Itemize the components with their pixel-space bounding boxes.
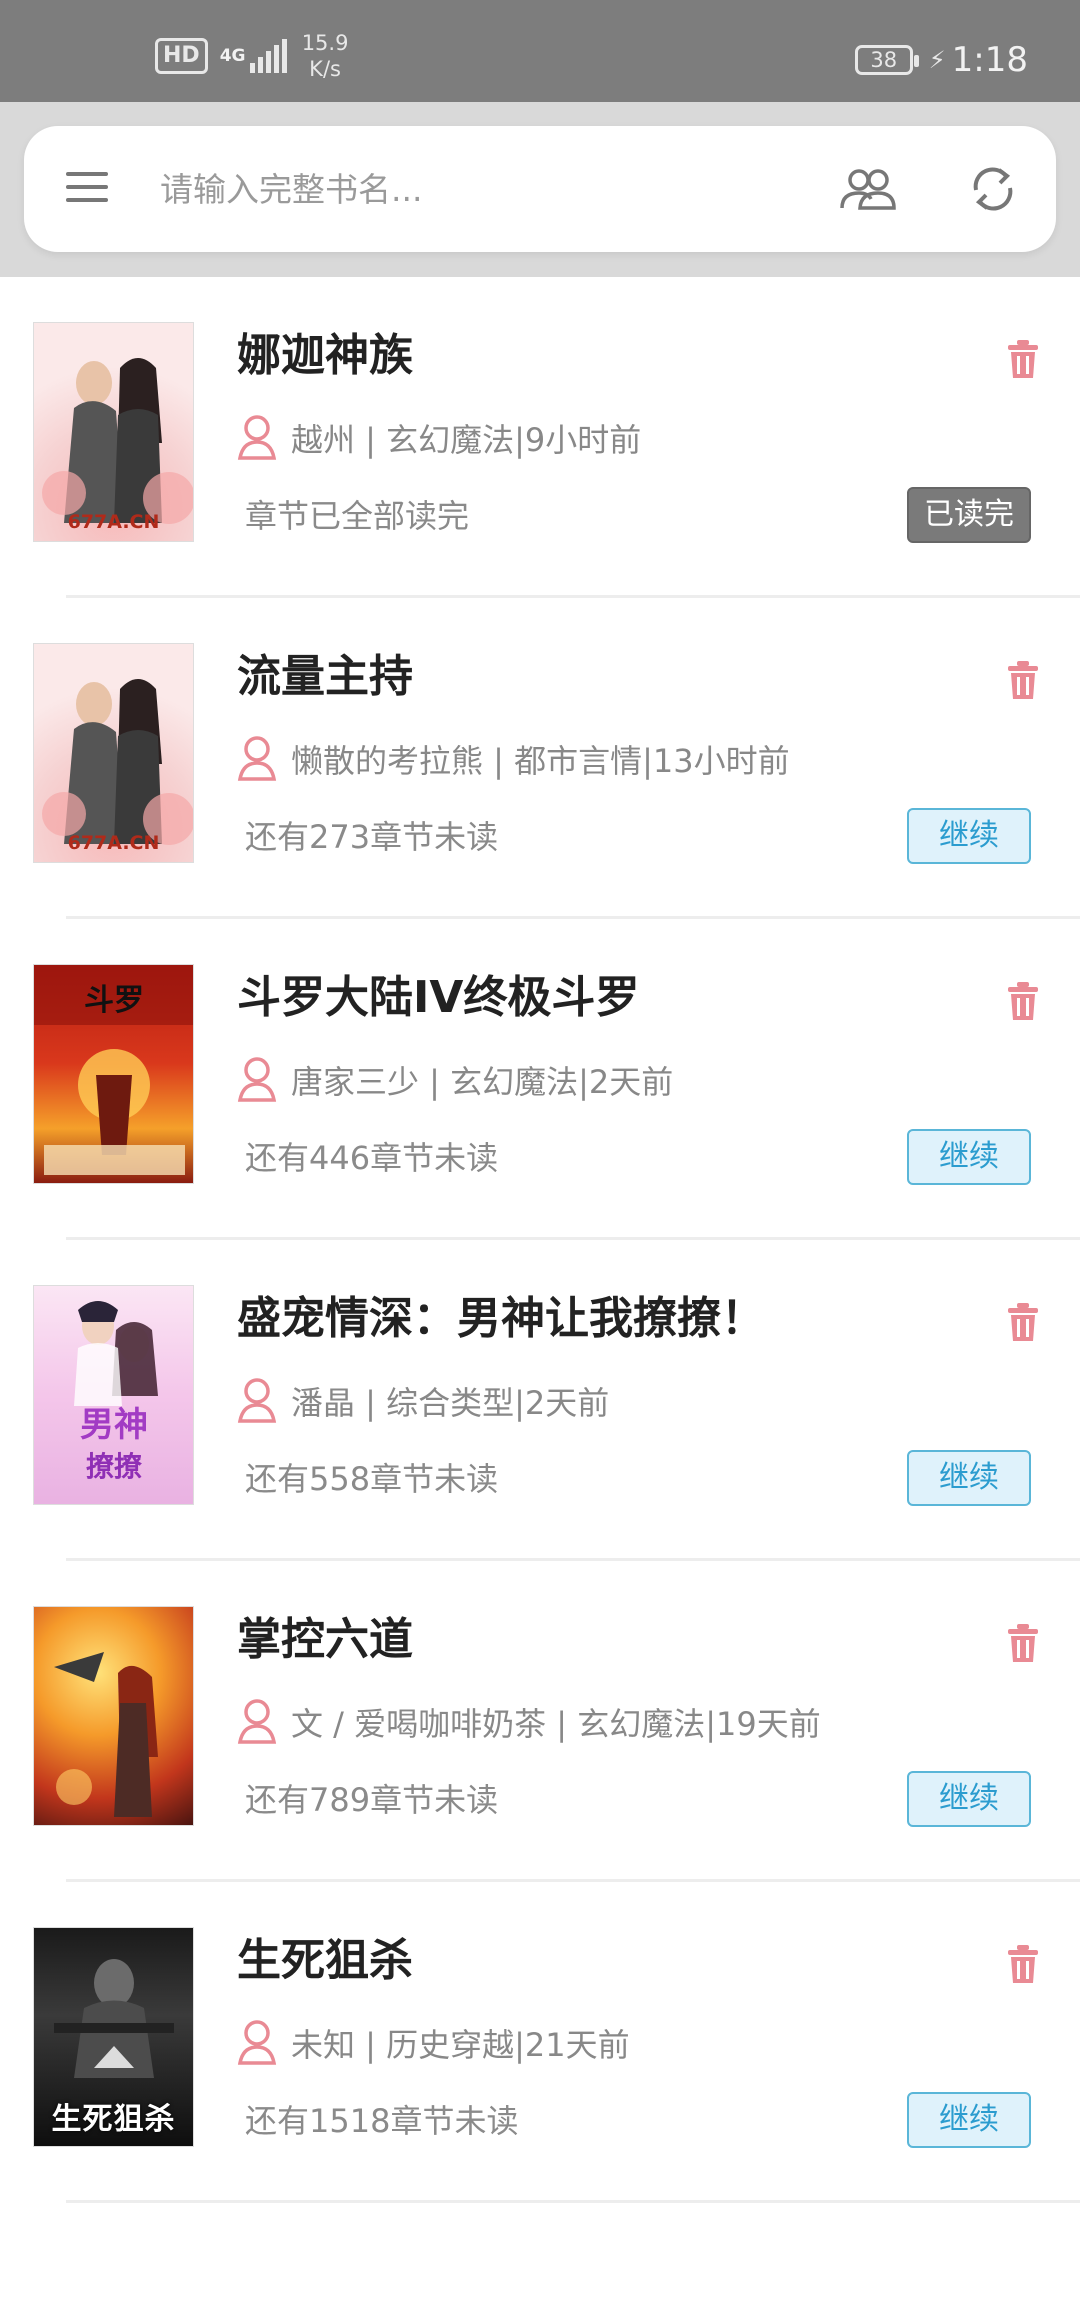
book-meta: 懒散的考拉熊 | 都市言情|13小时前 bbox=[237, 735, 790, 783]
book-meta-text: 唐家三少 | 玄幻魔法|2天前 bbox=[291, 1063, 674, 1101]
clock: 1:18 bbox=[951, 40, 1028, 80]
cover-art bbox=[54, 1652, 158, 1817]
person-icon bbox=[237, 736, 277, 781]
svg-text:撩撩: 撩撩 bbox=[86, 1450, 142, 1483]
status-left: HD 4G 15.9 K/s bbox=[155, 30, 348, 82]
divider bbox=[66, 2200, 1080, 2203]
read-progress: 还有789章节未读 bbox=[245, 1781, 499, 1819]
read-progress: 还有1518章节未读 bbox=[245, 2102, 519, 2140]
book-title[interactable]: 盛宠情深：男神让我撩撩！ bbox=[237, 1282, 765, 1346]
cover-watermark: 677A.CN bbox=[67, 832, 160, 854]
svg-text:男神: 男神 bbox=[80, 1405, 148, 1445]
cover-title: 生死狙杀 bbox=[51, 2102, 176, 2137]
trash-icon[interactable] bbox=[1006, 1302, 1040, 1342]
read-progress: 还有446章节未读 bbox=[245, 1139, 499, 1177]
hd-badge: HD bbox=[155, 38, 208, 74]
book-item[interactable]: 677A.CN 娜迦神族 越州 | 玄幻魔法|9小时前 章节已全部读完 已读完 bbox=[0, 277, 1080, 598]
book-item[interactable]: 掌控六道 文 / 爱喝咖啡奶茶 | 玄幻魔法|19天前 还有789章节未读 继续 bbox=[0, 1561, 1080, 1882]
continue-button[interactable]: 继续 bbox=[907, 1129, 1031, 1185]
cover-art: 斗罗 bbox=[34, 965, 193, 1175]
search-bar bbox=[24, 126, 1056, 252]
menu-icon[interactable] bbox=[66, 172, 108, 206]
person-icon bbox=[237, 1699, 277, 1744]
book-title[interactable]: 流量主持 bbox=[237, 640, 413, 704]
book-title[interactable]: 掌控六道 bbox=[237, 1603, 413, 1667]
cover-art bbox=[42, 358, 193, 524]
person-icon bbox=[237, 1057, 277, 1102]
continue-button[interactable]: 继续 bbox=[907, 1450, 1031, 1506]
book-title[interactable]: 斗罗大陆IV终极斗罗 bbox=[237, 961, 639, 1025]
status-right: 38 ⚡ 1:18 bbox=[854, 40, 1028, 80]
read-progress: 还有273章节未读 bbox=[245, 818, 499, 856]
users-icon[interactable] bbox=[838, 166, 898, 212]
book-item[interactable]: 斗罗 斗罗大陆IV终极斗罗 唐家三少 | 玄幻魔法|2天前 还有446章节未读 … bbox=[0, 919, 1080, 1240]
signal-icon bbox=[249, 39, 290, 73]
book-meta: 未知 | 历史穿越|21天前 bbox=[237, 2019, 630, 2067]
person-icon bbox=[237, 1378, 277, 1423]
book-cover[interactable]: 男神 撩撩 bbox=[33, 1285, 194, 1505]
book-list: 677A.CN 娜迦神族 越州 | 玄幻魔法|9小时前 章节已全部读完 已读完 bbox=[0, 277, 1080, 2203]
speed-value: 15.9 bbox=[301, 31, 349, 55]
cover-art: 男神 撩撩 bbox=[74, 1301, 158, 1483]
book-title[interactable]: 娜迦神族 bbox=[237, 319, 413, 383]
book-cover[interactable]: 生死狙杀 bbox=[33, 1927, 194, 2147]
speed-unit: K/s bbox=[309, 57, 341, 81]
book-meta-text: 文 / 爱喝咖啡奶茶 | 玄幻魔法|19天前 bbox=[291, 1705, 821, 1743]
continue-button[interactable]: 继续 bbox=[907, 2092, 1031, 2148]
search-input[interactable] bbox=[160, 156, 780, 222]
book-meta-text: 潘晶 | 综合类型|2天前 bbox=[291, 1384, 610, 1422]
network-speed: 15.9 K/s bbox=[302, 30, 349, 82]
finished-button[interactable]: 已读完 bbox=[907, 487, 1031, 543]
cover-watermark: 677A.CN bbox=[67, 511, 160, 533]
book-item[interactable]: 生死狙杀 生死狙杀 未知 | 历史穿越|21天前 还有1518章节未读 继续 bbox=[0, 1882, 1080, 2203]
book-cover[interactable]: 677A.CN bbox=[33, 322, 194, 542]
book-meta: 文 / 爱喝咖啡奶茶 | 玄幻魔法|19天前 bbox=[237, 1698, 821, 1746]
book-meta: 潘晶 | 综合类型|2天前 bbox=[237, 1377, 609, 1425]
sync-icon[interactable] bbox=[966, 162, 1020, 216]
book-item[interactable]: 677A.CN 流量主持 懒散的考拉熊 | 都市言情|13小时前 还有273章节… bbox=[0, 598, 1080, 919]
trash-icon[interactable] bbox=[1006, 981, 1040, 1021]
book-item[interactable]: 男神 撩撩 盛宠情深：男神让我撩撩！ 潘晶 | 综合类型|2天前 还有558章节… bbox=[0, 1240, 1080, 1561]
continue-button[interactable]: 继续 bbox=[907, 1771, 1031, 1827]
book-cover[interactable] bbox=[33, 1606, 194, 1826]
trash-icon[interactable] bbox=[1006, 1944, 1040, 1984]
book-meta-text: 懒散的考拉熊 | 都市言情|13小时前 bbox=[291, 742, 790, 780]
trash-icon[interactable] bbox=[1006, 1623, 1040, 1663]
cover-art bbox=[42, 679, 193, 845]
trash-icon[interactable] bbox=[1006, 660, 1040, 700]
continue-button[interactable]: 继续 bbox=[907, 808, 1031, 864]
book-meta: 越州 | 玄幻魔法|9小时前 bbox=[237, 414, 641, 462]
book-cover[interactable]: 斗罗 bbox=[33, 964, 194, 1184]
trash-icon[interactable] bbox=[1006, 339, 1040, 379]
book-cover[interactable]: 677A.CN bbox=[33, 643, 194, 863]
svg-text:斗罗: 斗罗 bbox=[84, 983, 144, 1018]
read-progress: 章节已全部读完 bbox=[245, 497, 470, 535]
battery-icon: 38 bbox=[854, 45, 919, 75]
book-meta-text: 未知 | 历史穿越|21天前 bbox=[291, 2026, 630, 2064]
book-title[interactable]: 生死狙杀 bbox=[237, 1924, 413, 1988]
person-icon bbox=[237, 415, 277, 460]
status-bar: HD 4G 15.9 K/s 38 ⚡ 1:18 bbox=[0, 0, 1080, 102]
person-icon bbox=[237, 2020, 277, 2065]
charging-icon: ⚡ bbox=[928, 46, 946, 74]
network-type: 4G bbox=[219, 46, 246, 66]
book-meta: 唐家三少 | 玄幻魔法|2天前 bbox=[237, 1056, 673, 1104]
read-progress: 还有558章节未读 bbox=[245, 1460, 499, 1498]
book-meta-text: 越州 | 玄幻魔法|9小时前 bbox=[291, 421, 642, 459]
